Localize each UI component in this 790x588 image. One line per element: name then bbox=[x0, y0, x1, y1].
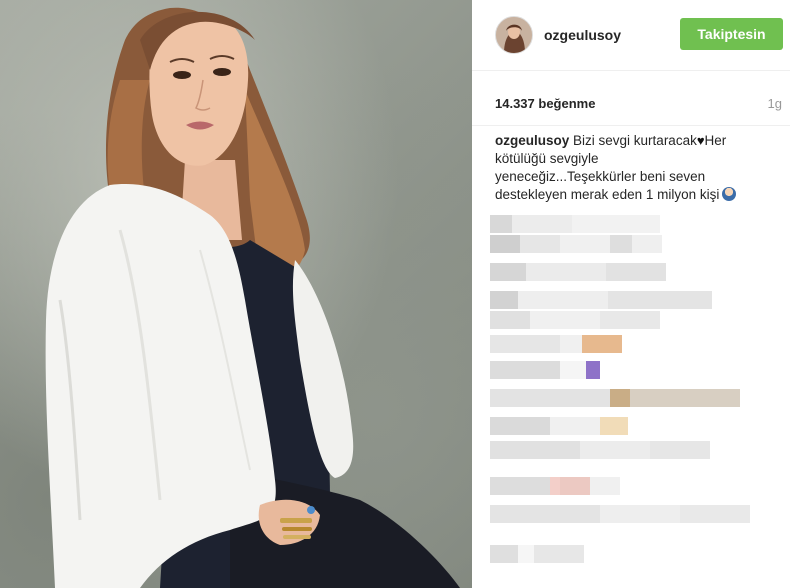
caption-text-part2: Her bbox=[704, 133, 727, 148]
blurred-comment bbox=[490, 505, 750, 523]
caption-text-part1: Bizi sevgi kurtaracak bbox=[573, 133, 697, 148]
avatar[interactable] bbox=[495, 16, 533, 54]
blurred-comment bbox=[490, 215, 660, 233]
caption-username[interactable]: ozgeulusoy bbox=[495, 133, 569, 148]
blurred-comment bbox=[490, 361, 600, 379]
username-link[interactable]: ozgeulusoy bbox=[544, 27, 621, 43]
blurred-comment bbox=[490, 477, 620, 495]
blurred-comments-list bbox=[472, 205, 790, 588]
caption-line-4: destekleyen merak eden 1 milyon kişi bbox=[495, 187, 720, 202]
post-details-panel: ozgeulusoy Takiptesin 14.337 beğenme 1g … bbox=[472, 0, 790, 588]
blurred-comment bbox=[490, 441, 710, 459]
blurred-comment bbox=[490, 335, 622, 353]
woman-in-fur-jacket-illustration bbox=[45, 7, 460, 588]
heart-icon: ♥ bbox=[696, 133, 705, 148]
caption-line-2: kötülüğü sevgiyle bbox=[495, 151, 599, 166]
post-caption: ozgeulusoy Bizi sevgi kurtaracak♥Her köt… bbox=[495, 132, 780, 204]
post-photo[interactable] bbox=[0, 0, 472, 588]
blurred-comment bbox=[490, 291, 712, 309]
caption-line-3: yeneceğiz...Teşekkürler beni seven bbox=[495, 169, 706, 184]
blurred-comment bbox=[490, 311, 660, 329]
person-emoji-icon bbox=[722, 187, 737, 201]
post-header: ozgeulusoy Takiptesin bbox=[472, 0, 790, 71]
blurred-comment bbox=[490, 235, 662, 253]
following-button[interactable]: Takiptesin bbox=[680, 18, 783, 50]
blurred-comment bbox=[490, 389, 740, 407]
post-timestamp[interactable]: 1g bbox=[768, 96, 782, 111]
like-count[interactable]: 14.337 beğenme bbox=[495, 96, 595, 111]
likes-section: 14.337 beğenme 1g bbox=[472, 70, 790, 126]
blurred-comment bbox=[490, 417, 628, 435]
avatar-image bbox=[496, 17, 532, 53]
blurred-comment bbox=[490, 545, 584, 563]
blurred-comment bbox=[490, 263, 666, 281]
instagram-post-window: ozgeulusoy Takiptesin 14.337 beğenme 1g … bbox=[0, 0, 790, 588]
